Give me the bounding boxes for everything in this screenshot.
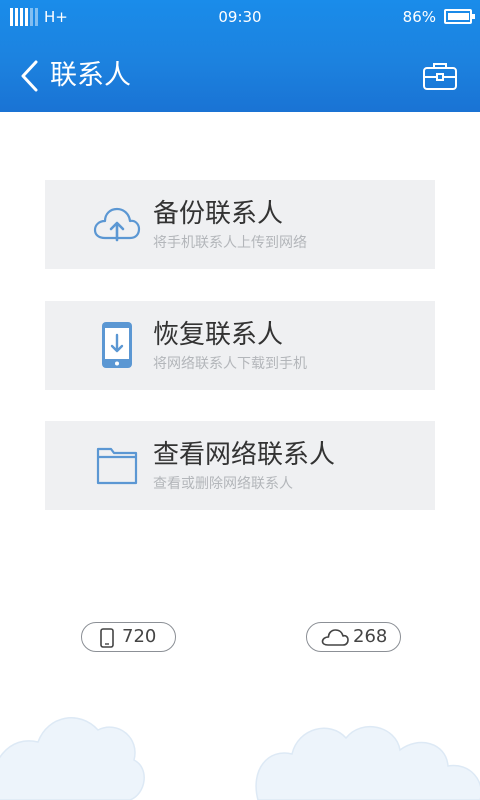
status-bar: H+ 09:30 86% bbox=[0, 0, 480, 36]
decorative-clouds bbox=[0, 717, 480, 800]
toolbox-button[interactable] bbox=[422, 60, 458, 92]
phone-count-value: 720 bbox=[122, 626, 157, 647]
card-subtitle: 查看或删除网络联系人 bbox=[153, 476, 293, 492]
card-title: 查看网络联系人 bbox=[153, 440, 336, 470]
view-network-contacts-card[interactable]: 查看网络联系人 查看或删除网络联系人 bbox=[45, 421, 435, 510]
back-button[interactable] bbox=[18, 58, 42, 94]
card-subtitle: 将手机联系人上传到网络 bbox=[153, 235, 307, 251]
title-row: 联系人 bbox=[0, 50, 480, 102]
card-title: 备份联系人 bbox=[153, 199, 284, 229]
chevron-left-icon[interactable] bbox=[18, 58, 42, 94]
backup-contacts-card[interactable]: 备份联系人 将手机联系人上传到网络 bbox=[45, 180, 435, 269]
cloud-contact-count: 268 bbox=[306, 622, 401, 652]
restore-contacts-card[interactable]: 恢复联系人 将网络联系人下载到手机 bbox=[45, 301, 435, 390]
folder-icon bbox=[93, 441, 141, 489]
header-bar: H+ 09:30 86% 联系人 bbox=[0, 0, 480, 112]
cloud-upload-icon bbox=[93, 200, 141, 248]
card-title: 恢复联系人 bbox=[153, 320, 284, 350]
battery-icon bbox=[444, 9, 475, 24]
phone-download-icon bbox=[93, 321, 141, 369]
battery-percent: 86% bbox=[402, 8, 436, 26]
page-title: 联系人 bbox=[50, 60, 131, 91]
toolbox-icon[interactable] bbox=[422, 60, 458, 92]
cloud-count-value: 268 bbox=[353, 626, 388, 647]
cloud-icon bbox=[321, 629, 349, 646]
phone-icon bbox=[100, 628, 114, 648]
phone-contact-count: 720 bbox=[81, 622, 176, 652]
card-subtitle: 将网络联系人下载到手机 bbox=[153, 356, 307, 372]
